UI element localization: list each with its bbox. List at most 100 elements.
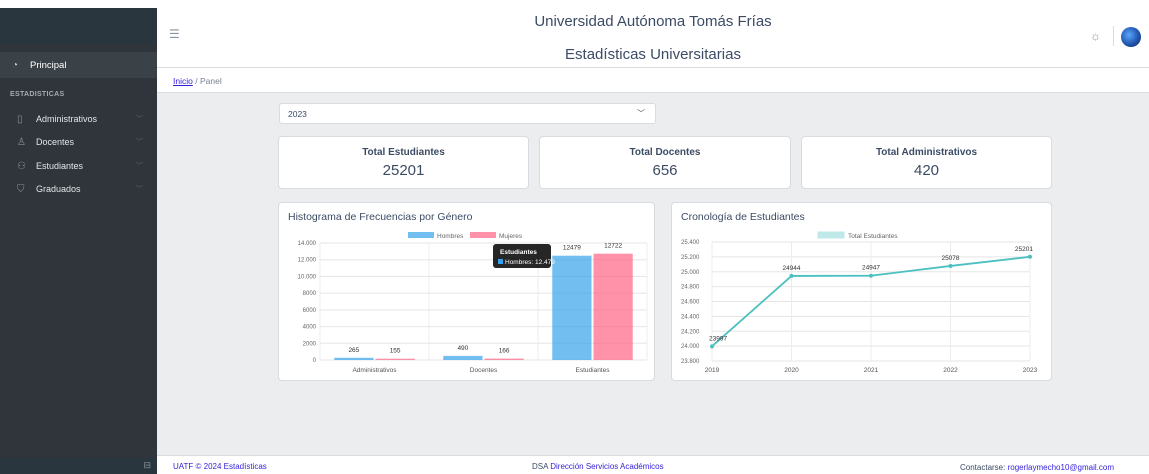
building-icon: ▯: [17, 113, 23, 125]
speedometer-icon: ◔: [12, 59, 19, 71]
bar-data-label: 490: [457, 345, 468, 352]
stat-card-administrativos: Total Administrativos 420: [801, 136, 1052, 189]
x-tick-label: 2022: [943, 367, 958, 374]
bar-hombres: [334, 357, 374, 360]
header-divider: [1113, 26, 1114, 46]
legend-label-mujeres: Mujeres: [499, 233, 523, 240]
breadcrumb: Inicio / Panel: [157, 68, 1149, 93]
legend-swatch-total: [817, 231, 845, 239]
sidebar-brand: [0, 8, 157, 44]
chart-card-cronologia: Cronología de Estudiantes Total Estudian…: [671, 202, 1052, 381]
data-label: 24944: [782, 265, 800, 272]
sidebar-item-label: Estudiantes: [36, 161, 84, 171]
chevron-down-icon: ﹀: [136, 163, 143, 170]
y-tick-label: 12.000: [298, 258, 317, 264]
data-point: [789, 273, 794, 278]
chevron-down-icon: ﹀: [136, 116, 143, 123]
sidebar-item-label: Graduados: [36, 184, 81, 194]
footer: UATF © 2024 Estadísticas DSA Dirección S…: [157, 455, 1149, 474]
x-tick-label: Administrativos: [352, 367, 397, 374]
footer-dsa-link[interactable]: Dirección Servicios Académicos: [550, 462, 663, 471]
y-tick-label: 0: [313, 358, 317, 364]
chevron-down-icon: ﹀: [136, 139, 143, 146]
y-tick-label: 24.000: [681, 344, 700, 350]
year-select[interactable]: 2023 ﹀: [279, 103, 656, 124]
footer-copyright[interactable]: UATF © 2024 Estadísticas: [173, 462, 267, 471]
stat-label: Total Administrativos: [875, 147, 978, 158]
main-content: 2023 ﹀ Total Estudiantes 25201 Total Doc…: [157, 93, 1149, 455]
data-label: 23997: [709, 335, 727, 342]
data-point: [710, 344, 714, 349]
sun-icon[interactable]: ☼: [1090, 29, 1101, 43]
footer-dsa: DSA Dirección Servicios Académicos: [532, 462, 664, 471]
stat-value: 420: [913, 162, 940, 179]
users-icon: ⚇: [17, 160, 26, 172]
bar-data-label: 155: [390, 348, 401, 355]
sidebar-toggle-icon[interactable]: ⊟: [143, 460, 151, 471]
sidebar-item-label: Principal: [30, 59, 67, 71]
graduation-icon: ⛉: [17, 183, 25, 195]
sidebar-footer: ⊟: [0, 458, 157, 474]
sidebar-item-estudiantes[interactable]: ⚇ Estudiantes ﹀: [0, 156, 157, 176]
tooltip-swatch: [498, 259, 503, 264]
sidebar-item-graduados[interactable]: ⛉ Graduados ﹀: [0, 179, 157, 199]
stat-label: Total Docentes: [629, 147, 701, 158]
data-label: 25078: [941, 255, 959, 262]
bar-chart: Hombres Mujeres 0 2000 4000 6000 8000 10.000 12.…: [298, 232, 648, 374]
data-point: [948, 263, 953, 268]
bar-hombres: [443, 355, 483, 360]
sidebar-item-label: Docentes: [36, 137, 75, 147]
data-label: 24947: [862, 265, 880, 272]
stat-value: 656: [652, 162, 678, 179]
page-subtitle: Estadísticas Universitarias: [565, 46, 741, 63]
legend-swatch-hombres: [408, 232, 434, 238]
chevron-down-icon: ﹀: [637, 109, 645, 118]
y-tick-label: 25.400: [681, 240, 700, 246]
footer-contact-link[interactable]: rogerlaymecho10@gmail.com: [1008, 463, 1114, 472]
data-point: [869, 273, 873, 278]
bar-mujeres: [484, 358, 524, 360]
footer-contact: Contactarse: rogerlaymecho10@gmail.com: [960, 463, 1114, 472]
data-label: 25201: [1015, 246, 1033, 253]
user-icon: ♙: [17, 136, 26, 148]
year-select-value: 2023: [288, 109, 307, 119]
x-tick-label: 2020: [784, 367, 799, 374]
footer-dsa-prefix: DSA: [532, 462, 549, 471]
y-tick-label: 10.000: [298, 274, 317, 280]
bar-mujeres: [593, 253, 633, 360]
sidebar-item-label: Administrativos: [36, 114, 98, 124]
data-point: [1028, 254, 1032, 259]
y-tick-label: 24.800: [681, 285, 700, 291]
y-tick-label: 4000: [303, 325, 317, 331]
sidebar: ◔ Principal ESTADISTICAS ▯ Administrativ…: [0, 8, 157, 474]
sidebar-item-administrativos[interactable]: ▯ Administrativos ﹀: [0, 109, 157, 129]
breadcrumb-separator: /: [195, 76, 198, 86]
tooltip-title: Estudiantes: [500, 249, 537, 256]
y-tick-label: 25.000: [681, 270, 700, 276]
bar-mujeres: [375, 358, 415, 360]
chevron-down-icon: ﹀: [136, 186, 143, 193]
stat-card-docentes: Total Docentes 656: [539, 136, 791, 189]
avatar[interactable]: [1121, 27, 1141, 47]
y-tick-label: 24.600: [681, 300, 700, 306]
y-tick-label: 23.800: [681, 359, 700, 365]
x-tick-label: 2023: [1023, 367, 1038, 374]
stat-value: 25201: [382, 162, 425, 179]
sidebar-item-principal[interactable]: ◔ Principal: [0, 52, 157, 78]
x-tick-label: Estudiantes: [576, 367, 611, 374]
bar-hombres: [552, 255, 592, 360]
legend-swatch-mujeres: [470, 232, 496, 238]
y-tick-label: 8000: [303, 291, 317, 297]
x-tick-label: 2019: [705, 367, 720, 374]
header: ☰ Universidad Autónoma Tomás Frías Estad…: [157, 8, 1149, 68]
line-chart: Total Estudiantes 23.800 24.000 24.200 24.40…: [681, 231, 1038, 374]
bar-data-label: 12722: [604, 243, 622, 250]
sidebar-section-title: ESTADISTICAS: [10, 91, 65, 98]
breadcrumb-home-link[interactable]: Inicio: [173, 76, 193, 86]
page-title: Universidad Autónoma Tomás Frías: [534, 13, 772, 30]
y-tick-label: 25.200: [681, 255, 700, 261]
bar-data-label: 12479: [563, 245, 581, 252]
bar-data-label: 265: [348, 347, 359, 354]
y-tick-label: 14.000: [298, 241, 317, 247]
sidebar-item-docentes[interactable]: ♙ Docentes ﹀: [0, 132, 157, 152]
